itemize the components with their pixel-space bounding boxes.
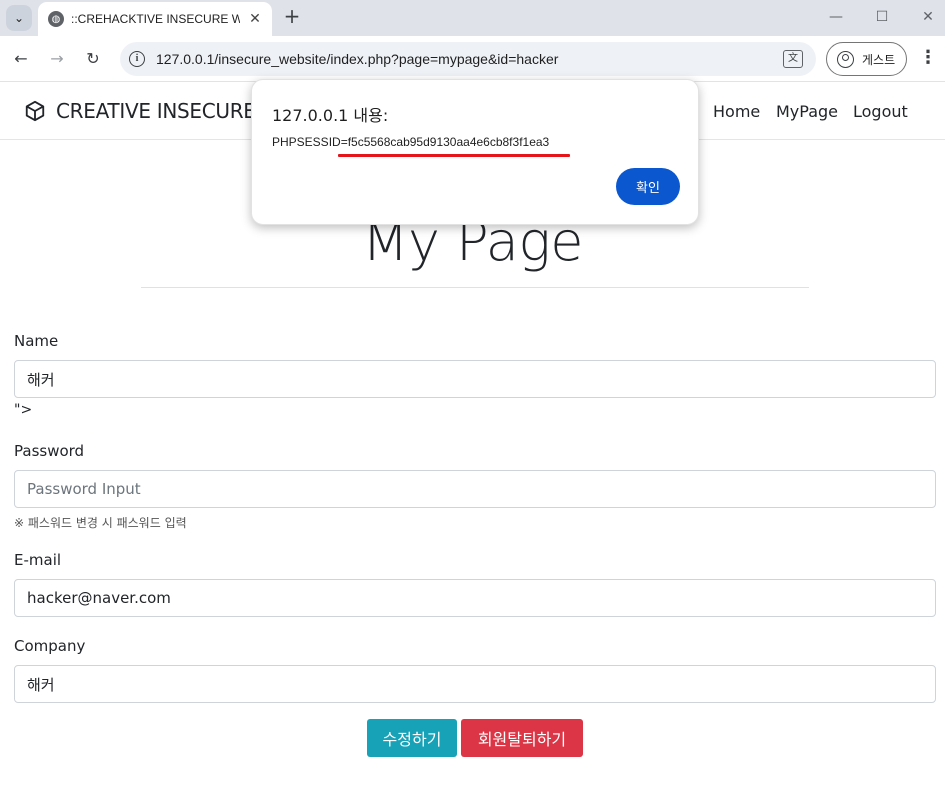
password-label: Password xyxy=(14,442,85,460)
profile-icon xyxy=(837,50,854,68)
email-label: E-mail xyxy=(14,551,62,569)
kebab-menu-icon[interactable]: ⋮ xyxy=(918,47,938,71)
plus-icon[interactable]: + xyxy=(282,6,302,28)
guest-profile-button[interactable]: 게스트 xyxy=(826,42,907,76)
company-input[interactable] xyxy=(14,665,936,703)
window-close-icon[interactable]: ✕ xyxy=(916,6,940,28)
guest-label: 게스트 xyxy=(862,52,896,67)
dialog-message: PHPSESSID=f5c5568cab95d9130aa4e6cb8f3f1e… xyxy=(272,135,550,149)
url-text[interactable]: 127.0.0.1/insecure_website/index.php?pag… xyxy=(156,51,558,67)
site-brand[interactable]: CREATIVE INSECURE W xyxy=(56,99,281,123)
address-bar[interactable]: i 127.0.0.1/insecure_website/index.php?p… xyxy=(120,42,816,76)
browser-tab-strip: ⌄ ◍ ::CREHACKTIVE INSECURE WEB ✕ + — ☐ ✕ xyxy=(0,0,945,36)
browser-toolbar: ← → ↻ i 127.0.0.1/insecure_website/index… xyxy=(0,36,945,82)
company-label: Company xyxy=(14,637,86,655)
reload-icon[interactable]: ↻ xyxy=(81,47,105,71)
highlight-underline xyxy=(338,154,570,157)
nav-home-link[interactable]: Home xyxy=(713,102,760,121)
email-input[interactable] xyxy=(14,579,936,617)
close-icon[interactable]: ✕ xyxy=(246,11,264,27)
globe-icon: ◍ xyxy=(48,11,64,27)
tab-list-icon[interactable]: ⌄ xyxy=(6,5,32,31)
name-label: Name xyxy=(14,332,59,350)
browser-tab[interactable]: ◍ ::CREHACKTIVE INSECURE WEB ✕ xyxy=(38,2,272,36)
box-icon xyxy=(25,100,45,122)
maximize-icon[interactable]: ☐ xyxy=(870,6,894,28)
withdraw-button[interactable]: 회원탈퇴하기 xyxy=(461,719,583,757)
nav-logout-link[interactable]: Logout xyxy=(853,102,908,121)
title-divider xyxy=(141,287,809,288)
dialog-title: 127.0.0.1 내용: xyxy=(272,106,389,125)
info-icon[interactable]: i xyxy=(129,51,145,67)
edit-button[interactable]: 수정하기 xyxy=(367,719,457,757)
forward-arrow-icon[interactable]: → xyxy=(45,47,69,71)
minimize-icon[interactable]: — xyxy=(824,6,848,28)
password-input[interactable] xyxy=(14,470,936,508)
back-arrow-icon[interactable]: ← xyxy=(9,47,33,71)
injected-text: "> xyxy=(14,402,33,418)
tab-title: ::CREHACKTIVE INSECURE WEB xyxy=(71,12,240,26)
translate-icon[interactable]: 文 xyxy=(783,50,803,68)
alert-dialog: 127.0.0.1 내용: PHPSESSID=f5c5568cab95d913… xyxy=(251,79,699,225)
name-input[interactable] xyxy=(14,360,936,398)
password-hint: ※ 패스워드 변경 시 패스워드 입력 xyxy=(14,516,187,530)
nav-mypage-link[interactable]: MyPage xyxy=(776,102,838,121)
dialog-ok-button[interactable]: 확인 xyxy=(616,168,680,205)
